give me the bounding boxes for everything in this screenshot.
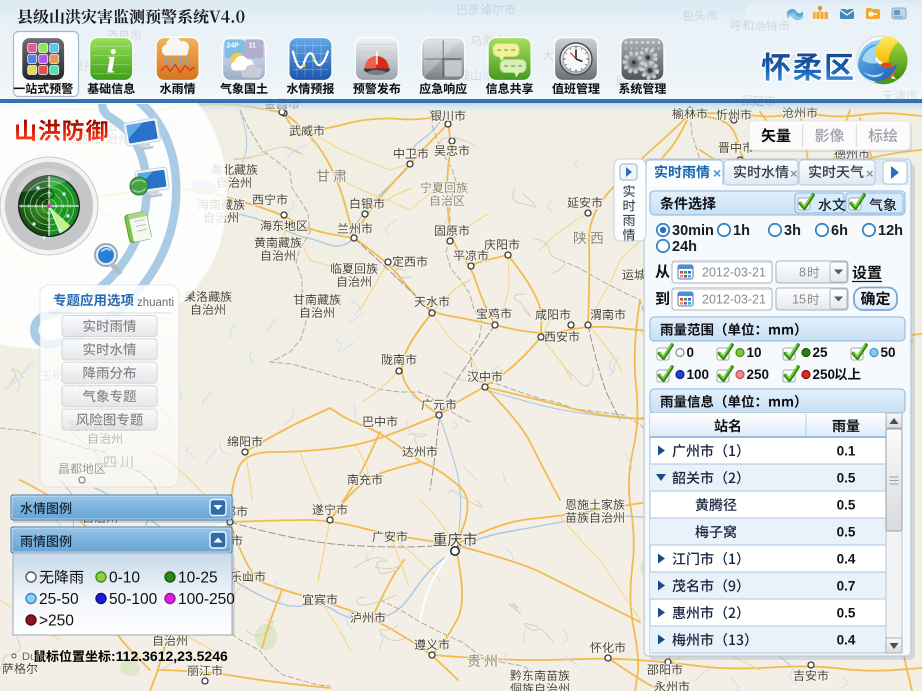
svg-text:0.4: 0.4 xyxy=(837,552,856,567)
svg-text:250: 250 xyxy=(813,367,836,382)
svg-text:0.5: 0.5 xyxy=(837,471,856,486)
svg-text:50-100: 50-100 xyxy=(109,591,158,608)
svg-text:>250: >250 xyxy=(39,613,74,630)
svg-text:8: 8 xyxy=(799,266,806,280)
svg-text:250: 250 xyxy=(747,367,770,382)
svg-text::112.3612,23.5246: :112.3612,23.5246 xyxy=(111,648,228,664)
svg-text:30min: 30min xyxy=(672,223,714,239)
svg-text:0.5: 0.5 xyxy=(837,498,856,513)
svg-text:2012-03-21: 2012-03-21 xyxy=(702,266,766,280)
svg-text:0.5: 0.5 xyxy=(837,606,856,621)
svg-text:6h: 6h xyxy=(831,223,848,239)
svg-text:×: × xyxy=(866,166,874,181)
svg-text:1h: 1h xyxy=(733,223,750,239)
svg-text:0: 0 xyxy=(687,345,695,360)
svg-text:15: 15 xyxy=(792,293,806,307)
svg-text:0.5: 0.5 xyxy=(837,525,856,540)
svg-text:zhuanti: zhuanti xyxy=(137,297,174,309)
svg-text:24P: 24P xyxy=(227,43,240,50)
svg-text:0.4: 0.4 xyxy=(837,633,856,648)
svg-text:12h: 12h xyxy=(878,223,903,239)
svg-text:25: 25 xyxy=(813,345,829,360)
svg-text:3h: 3h xyxy=(784,223,801,239)
svg-text:2012-03-21: 2012-03-21 xyxy=(702,293,766,307)
svg-text:×: × xyxy=(790,166,798,181)
svg-text:24h: 24h xyxy=(672,239,697,255)
svg-text:10: 10 xyxy=(747,345,762,360)
svg-text:11: 11 xyxy=(249,43,257,50)
svg-text:10-25: 10-25 xyxy=(178,570,218,587)
svg-text:i: i xyxy=(106,44,116,81)
svg-text:0.7: 0.7 xyxy=(837,579,856,594)
svg-text:0.1: 0.1 xyxy=(837,444,856,459)
svg-text:25-50: 25-50 xyxy=(39,591,79,608)
svg-text:×: × xyxy=(713,165,721,181)
svg-text:100: 100 xyxy=(687,367,710,382)
svg-text:100-250: 100-250 xyxy=(178,591,235,608)
svg-text:50: 50 xyxy=(881,345,896,360)
svg-text:0-10: 0-10 xyxy=(109,570,140,587)
